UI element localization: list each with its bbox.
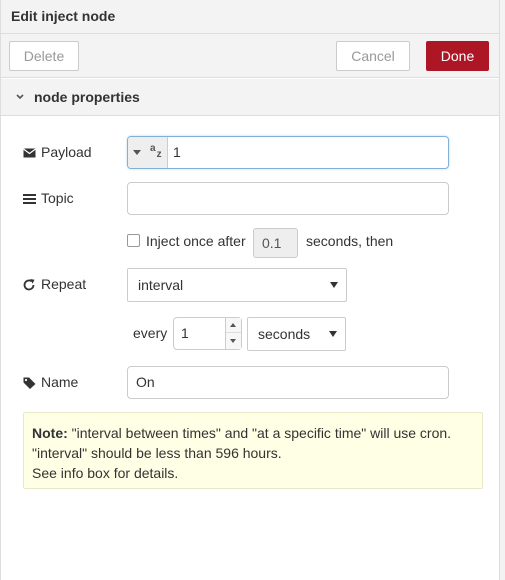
interval-spinner[interactable]: 1 [173, 317, 242, 350]
repeat-select[interactable]: interval [127, 268, 347, 302]
dropdown-arrow-icon [329, 331, 337, 337]
inject-once-suffix: seconds, then [306, 233, 394, 249]
edit-tray: Edit inject node Delete Cancel Done node… [0, 0, 500, 580]
name-input[interactable]: On [127, 366, 449, 399]
section-header-node-properties[interactable]: node properties [1, 79, 499, 116]
tray-toolbar: Delete Cancel Done [1, 34, 499, 78]
name-label-text: Name [41, 374, 79, 390]
name-value: On [136, 374, 155, 390]
note-prefix: Note: [32, 425, 68, 441]
spinner-buttons [225, 318, 241, 349]
spinner-down-button[interactable] [226, 333, 241, 348]
repeat-label-text: Repeat [41, 276, 87, 292]
tray-header: Edit inject node [1, 0, 499, 34]
payload-label: Payload [23, 142, 92, 162]
tray-title: Edit inject node [11, 8, 116, 24]
cancel-button[interactable]: Cancel [336, 41, 410, 71]
payload-type-select[interactable]: az [128, 137, 168, 168]
section-title: node properties [34, 89, 140, 105]
inject-once-label: Inject once after [146, 233, 246, 249]
chevron-down-icon [15, 89, 25, 100]
every-label: every [133, 325, 168, 341]
interval-unit-selected: seconds [258, 326, 311, 342]
done-button[interactable]: Done [426, 41, 489, 71]
name-label: Name [23, 372, 78, 392]
repeat-selected: interval [138, 277, 184, 293]
payload-label-text: Payload [41, 144, 92, 160]
interval-unit-select[interactable]: seconds [247, 317, 346, 351]
repeat-label: Repeat [23, 274, 86, 294]
payload-value: 1 [173, 144, 181, 160]
spinner-up-button[interactable] [226, 318, 241, 333]
cron-note: Note: "interval between times" and "at a… [23, 412, 483, 489]
az-string-icon: az [150, 143, 162, 160]
dropdown-arrow-icon [330, 282, 338, 288]
note-line-1-text: "interval between times" and "at a speci… [71, 425, 452, 441]
note-line-2: "interval" should be less than 596 hours… [32, 445, 282, 461]
delete-button[interactable]: Delete [9, 41, 79, 71]
payload-input[interactable]: az 1 [127, 136, 449, 169]
scrollbar[interactable] [500, 0, 505, 580]
note-line-3: See info box for details. [32, 465, 179, 481]
caret-down-icon [133, 150, 141, 155]
inject-once-delay-input[interactable]: 0.1 [253, 228, 298, 258]
note-line-1: Note: "interval between times" and "at a… [32, 423, 474, 443]
inject-once-checkbox[interactable] [127, 234, 140, 247]
refresh-icon [23, 279, 36, 291]
list-icon [23, 193, 36, 205]
topic-input[interactable] [127, 182, 449, 215]
interval-value: 1 [181, 325, 189, 341]
envelope-icon [23, 147, 36, 159]
topic-label: Topic [23, 188, 74, 208]
tag-icon [23, 377, 36, 390]
topic-label-text: Topic [41, 190, 74, 206]
